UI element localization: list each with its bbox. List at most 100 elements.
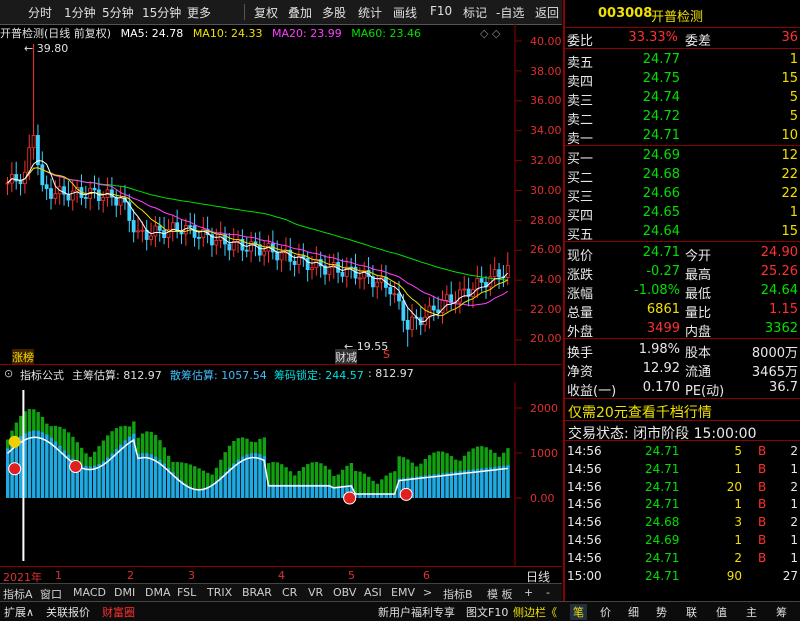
new-user-promo-link[interactable]: 新用户福利专享 <box>378 604 455 620</box>
chip-indicator-chart[interactable] <box>0 382 562 566</box>
watchlist-button[interactable]: -自选 <box>496 4 524 21</box>
tick-time: 14:56 <box>567 533 602 547</box>
mark-button[interactable]: 标记 <box>463 4 487 21</box>
indicator-name[interactable]: 指标公式 <box>20 367 64 383</box>
tick-direction: B <box>758 497 767 512</box>
bid-level-row: 买四 24.65 1 <box>565 204 800 224</box>
tick-volume: 90 <box>726 568 742 583</box>
overlay-button[interactable]: 叠加 <box>288 4 312 21</box>
weibi-row: 委比 33.33% 委差 36 <box>567 30 798 49</box>
tick-price: 24.71 <box>645 444 680 458</box>
stat-value: 8000万 <box>751 346 798 361</box>
related-quote-button[interactable]: 关联报价 <box>46 604 90 620</box>
tab-trix[interactable]: TRIX <box>207 586 232 599</box>
back-button[interactable]: 返回 <box>535 4 559 21</box>
tick-row: 14:56 24.68 3 B 2 <box>565 514 800 532</box>
tick-count: 2 <box>790 444 798 458</box>
tab-indicator-b[interactable]: 指标B <box>443 586 473 602</box>
tab-emv[interactable]: EMV <box>391 586 415 599</box>
f10-graphic-link[interactable]: 图文F10 <box>466 604 508 620</box>
stat-value: 24.71 <box>642 245 680 260</box>
stat-value: 24.64 <box>760 283 798 298</box>
tab-5min[interactable]: 5分钟 <box>102 4 134 21</box>
tab-obv[interactable]: OBV <box>333 586 356 599</box>
tick-row: 14:56 24.71 20 B 2 <box>565 479 800 497</box>
restore-rights-button[interactable]: 复权 <box>254 4 278 21</box>
status-bar: 扩展∧ 关联报价 财富圈 新用户福利专享 图文F10 侧边栏《 笔 价 细 势 … <box>0 601 800 621</box>
ask-volume: 15 <box>781 71 798 86</box>
bid-price: 24.68 <box>642 167 680 182</box>
lock-chip-value: 筹码锁定: 244.57 <box>274 369 364 382</box>
tick-time: 15:00 <box>567 568 602 583</box>
expand-button[interactable]: 扩展∧ <box>4 604 34 620</box>
statistics-button[interactable]: 统计 <box>358 4 382 21</box>
tab-cr[interactable]: CR <box>282 586 297 599</box>
promo-row[interactable]: 仅需20元查看千档行情 <box>565 401 800 422</box>
tab-1min[interactable]: 1分钟 <box>64 4 96 21</box>
stat-value: 0.170 <box>642 380 680 395</box>
tab-asi[interactable]: ASI <box>364 586 382 599</box>
ask-volume: 10 <box>781 128 798 143</box>
tab-trend[interactable]: 势 <box>656 604 667 620</box>
ask-label: 卖三 <box>567 94 594 109</box>
tab-detail[interactable]: 细 <box>628 604 639 620</box>
stat-value: -1.08% <box>634 283 680 298</box>
tick-direction: B <box>758 479 767 494</box>
fundamental-row: 换手 1.98% 股本 8000万 <box>567 342 798 361</box>
tab-value[interactable]: 值 <box>716 604 727 620</box>
bid-price: 24.65 <box>642 205 680 220</box>
bid-level-row: 买三 24.66 22 <box>565 185 800 205</box>
sidebar-toggle[interactable]: 侧边栏《 <box>513 604 557 620</box>
multi-stock-button[interactable]: 多股 <box>322 4 346 21</box>
tab-macd[interactable]: MACD <box>73 586 106 599</box>
tick-volume: 1 <box>734 497 742 512</box>
tab-vr[interactable]: VR <box>308 586 323 599</box>
rank-tag[interactable]: 涨榜 <box>12 349 34 365</box>
remove-window-button[interactable]: - <box>546 586 550 599</box>
tab-window[interactable]: 窗口 <box>40 586 62 602</box>
tick-count: 1 <box>790 550 798 565</box>
tick-time: 14:56 <box>567 497 602 512</box>
tab-dma[interactable]: DMA <box>145 586 171 599</box>
tab-ticks[interactable]: 笔 <box>570 604 587 620</box>
tab-scroll-right[interactable]: > <box>423 586 432 599</box>
tab-template[interactable]: 模 板 <box>487 586 513 602</box>
bid-price: 24.64 <box>642 224 680 239</box>
tab-linked[interactable]: 联 <box>686 604 697 620</box>
tab-intraday[interactable]: 分时 <box>28 4 52 21</box>
bid-level-row: 买五 24.64 15 <box>565 223 800 243</box>
indicator-header: ⊙ 指标公式 主筹估算: 812.97 散筹估算: 1057.54 筹码锁定: … <box>0 364 562 383</box>
bid-price: 24.69 <box>642 148 680 163</box>
stat-row: 涨幅 -1.08% 最低 24.64 <box>567 283 798 302</box>
tab-chips[interactable]: 筹 <box>776 604 787 620</box>
wealth-circle-button[interactable]: 财富圈 <box>102 604 135 620</box>
indicator-collapse-icon[interactable]: ⊙ <box>4 367 13 380</box>
candlestick-chart[interactable] <box>0 24 562 364</box>
tab-main[interactable]: 主 <box>746 604 757 620</box>
tick-volume: 1 <box>734 533 742 547</box>
tab-dmi[interactable]: DMI <box>114 586 135 599</box>
ask-price: 24.75 <box>642 71 680 86</box>
tab-fsl[interactable]: FSL <box>177 586 196 599</box>
tick-price: 24.71 <box>645 461 680 476</box>
main-chip-value: 主筹估算: 812.97 <box>72 369 162 382</box>
fundamental-row: 收益(一) 0.170 PE(动) 36.7 <box>567 380 798 399</box>
tab-indicator-a[interactable]: 指标A <box>3 586 33 602</box>
ask-volume: 1 <box>789 52 798 67</box>
draw-line-button[interactable]: 画线 <box>393 4 417 21</box>
tab-15min[interactable]: 15分钟 <box>142 4 181 21</box>
f10-button[interactable]: F10 <box>430 4 452 18</box>
ask-label: 卖四 <box>567 75 594 90</box>
stat-value: 3362 <box>764 321 798 336</box>
bid-volume: 15 <box>781 224 798 239</box>
retail-chip-value: 散筹估算: 1057.54 <box>170 369 267 382</box>
sell-signal-tag[interactable]: S <box>383 348 390 361</box>
tab-brar[interactable]: BRAR <box>242 586 272 599</box>
tab-more[interactable]: 更多 <box>187 4 211 21</box>
tick-price: 24.71 <box>645 497 680 512</box>
promo-link[interactable]: 仅需20元查看千档行情 <box>568 402 712 422</box>
add-window-button[interactable]: + <box>524 586 533 599</box>
chart-options-icons[interactable]: ◇ ◇ <box>480 27 500 40</box>
finance-tag[interactable]: 财减 <box>335 349 357 365</box>
tab-price[interactable]: 价 <box>600 604 611 620</box>
